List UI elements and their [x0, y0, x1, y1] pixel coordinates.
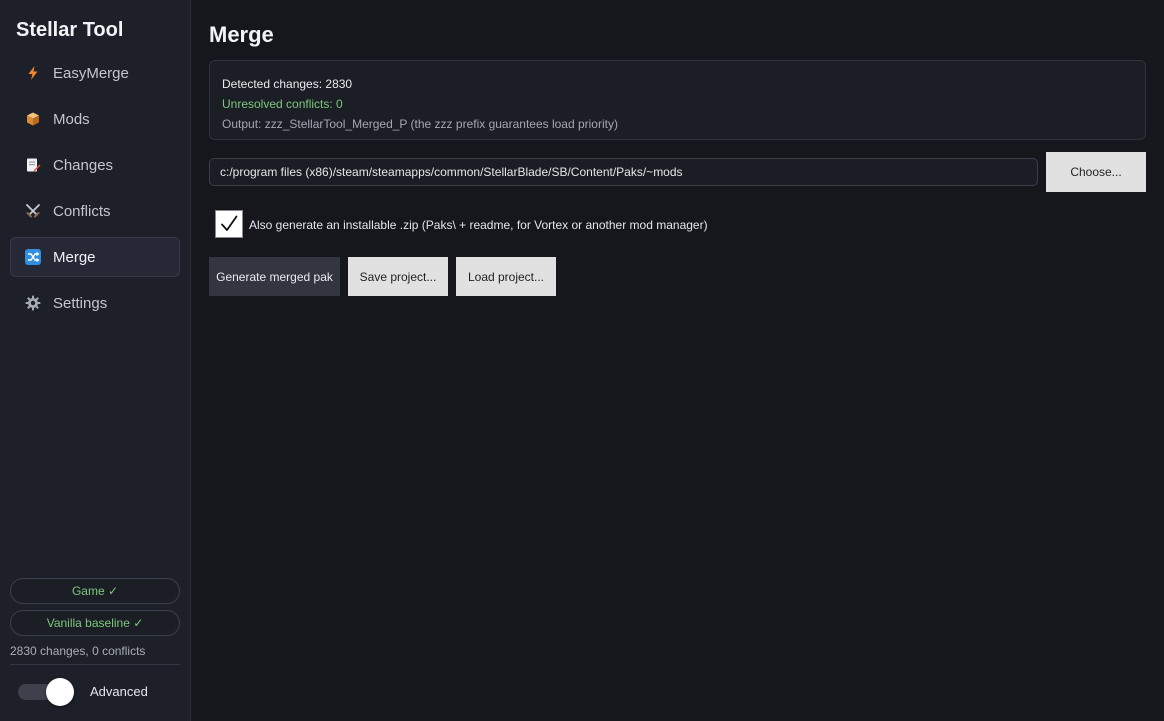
save-project-button[interactable]: Save project... — [348, 257, 448, 296]
crossed-swords-icon — [25, 203, 41, 219]
output-path-input[interactable] — [209, 158, 1038, 186]
sidebar-divider — [10, 664, 180, 665]
sidebar-item-label: Merge — [53, 248, 96, 266]
package-icon — [25, 111, 41, 127]
sidebar-item-label: EasyMerge — [53, 64, 129, 82]
sidebar-item-label: Settings — [53, 294, 108, 312]
sidebar-item-label: Conflicts — [53, 202, 111, 220]
generate-merged-pak-button[interactable]: Generate merged pak — [209, 257, 340, 296]
sidebar-item-label: Mods — [53, 110, 90, 128]
document-edit-icon — [25, 157, 41, 173]
sidebar-item-merge[interactable]: Merge — [10, 237, 180, 277]
sidebar: Stellar Tool EasyMerge Mods Changes Conf… — [0, 0, 191, 721]
changes-summary: 2830 changes, 0 conflicts — [10, 644, 146, 658]
merge-info-panel: Detected changes: 2830 Unresolved confli… — [209, 60, 1146, 140]
toggle-knob — [46, 678, 74, 706]
generate-zip-checkbox[interactable] — [215, 210, 243, 238]
sidebar-item-label: Changes — [53, 156, 114, 174]
load-project-button[interactable]: Load project... — [456, 257, 556, 296]
choose-folder-button[interactable]: Choose... — [1046, 152, 1146, 192]
unresolved-conflicts-text: Unresolved conflicts: 0 — [222, 97, 343, 111]
game-status-badge: Game ✓ — [10, 578, 180, 604]
detected-changes-text: Detected changes: 2830 — [222, 77, 353, 91]
app-title: Stellar Tool — [16, 19, 124, 41]
sidebar-item-conflicts[interactable]: Conflicts — [10, 191, 180, 231]
advanced-toggle[interactable] — [18, 678, 76, 706]
sidebar-item-settings[interactable]: Settings — [10, 283, 180, 323]
sidebar-item-easymerge[interactable]: EasyMerge — [10, 53, 180, 93]
sidebar-nav: EasyMerge Mods Changes Conflicts Merge S… — [10, 53, 180, 329]
shuffle-icon — [25, 249, 41, 265]
sidebar-item-mods[interactable]: Mods — [10, 99, 180, 139]
gear-icon — [25, 295, 41, 311]
page-title: Merge — [209, 22, 274, 47]
vanilla-baseline-badge: Vanilla baseline ✓ — [10, 610, 180, 636]
generate-zip-label: Also generate an installable .zip (Paks\… — [249, 218, 708, 232]
advanced-label: Advanced — [90, 684, 148, 699]
sidebar-item-changes[interactable]: Changes — [10, 145, 180, 185]
output-name-text: Output: zzz_StellarTool_Merged_P (the zz… — [222, 117, 618, 131]
checkmark-icon — [221, 215, 238, 231]
lightning-icon — [25, 65, 41, 81]
